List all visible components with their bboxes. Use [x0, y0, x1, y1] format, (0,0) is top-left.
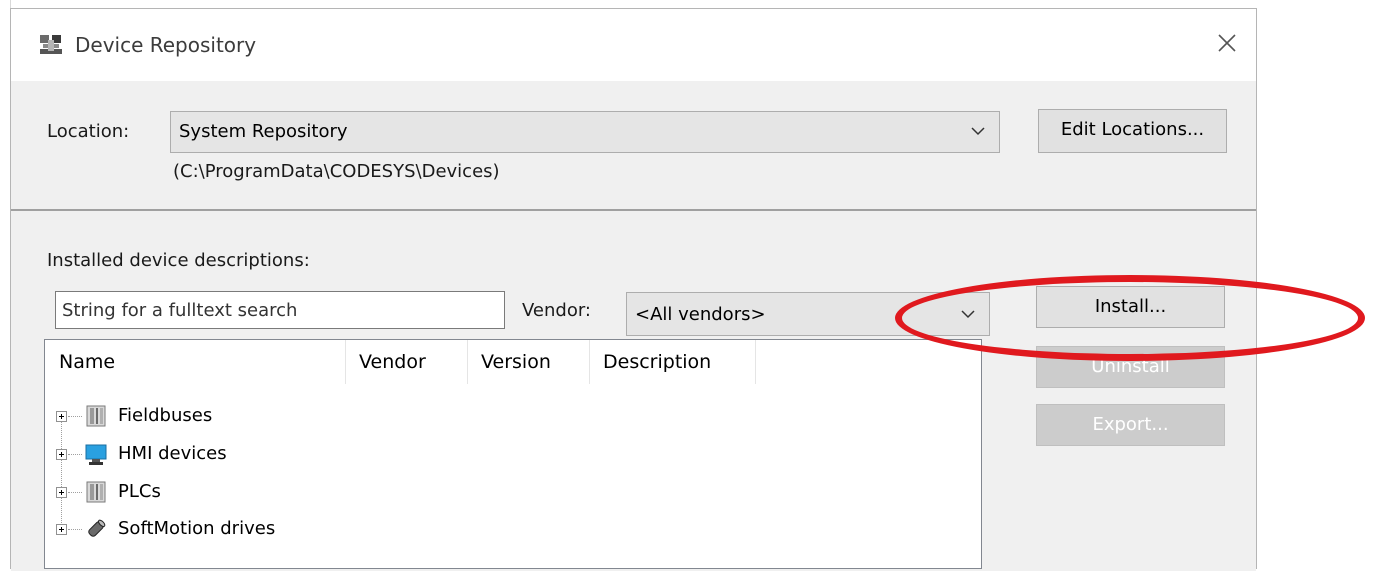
export-button[interactable]: Export...	[1036, 404, 1225, 446]
vendor-selected: <All vendors>	[635, 304, 766, 325]
installed-descriptions-label: Installed device descriptions:	[47, 250, 310, 271]
tree-item-hmi-devices[interactable]: HMI devices	[56, 440, 556, 476]
expand-icon[interactable]	[56, 487, 67, 498]
uninstall-label: Uninstall	[1091, 356, 1170, 377]
chevron-down-icon	[971, 127, 985, 136]
vendor-label: Vendor:	[522, 300, 591, 321]
expand-icon[interactable]	[56, 449, 67, 460]
window-title: Device Repository	[75, 33, 257, 57]
uninstall-button[interactable]: Uninstall	[1036, 346, 1225, 388]
column-header-vendor[interactable]: Vendor	[345, 340, 467, 384]
title-bar: Device Repository	[11, 9, 1256, 81]
hmi-device-icon	[85, 444, 107, 465]
tree-dots	[68, 416, 82, 417]
close-icon[interactable]	[1211, 27, 1243, 59]
tree-item-label: PLCs	[118, 481, 161, 502]
install-label: Install...	[1094, 296, 1167, 317]
edit-locations-label: Edit Locations...	[1060, 119, 1205, 140]
column-header-version-label: Version	[481, 351, 551, 373]
tree-item-fieldbuses[interactable]: Fieldbuses	[56, 402, 556, 438]
tree-item-softmotion-drives[interactable]: SoftMotion drives	[56, 515, 556, 551]
device-repository-icon	[40, 35, 62, 54]
tree-dots	[68, 492, 82, 493]
expand-icon[interactable]	[56, 524, 67, 535]
column-header-vendor-label: Vendor	[359, 351, 426, 373]
fieldbus-icon	[86, 405, 106, 427]
plc-icon	[86, 481, 106, 503]
column-header-description-label: Description	[603, 351, 712, 373]
export-label: Export...	[1092, 414, 1169, 435]
column-separator[interactable]	[755, 340, 756, 384]
column-header-name-label: Name	[59, 351, 116, 373]
location-path: (C:\ProgramData\CODESYS\Devices)	[173, 161, 500, 182]
fulltext-search-input[interactable]	[55, 291, 505, 329]
tree-item-label: HMI devices	[118, 443, 227, 464]
column-header-name[interactable]: Name	[45, 340, 345, 384]
tree-dots	[68, 529, 82, 530]
install-button[interactable]: Install...	[1036, 286, 1225, 328]
vendor-dropdown[interactable]: <All vendors>	[626, 292, 990, 336]
column-header-description[interactable]: Description	[589, 340, 755, 384]
chevron-down-icon	[961, 310, 975, 319]
tree-item-label: Fieldbuses	[118, 405, 213, 426]
edit-locations-button[interactable]: Edit Locations...	[1038, 109, 1227, 153]
location-label: Location:	[47, 121, 130, 142]
tree-dots	[68, 454, 82, 455]
location-dropdown[interactable]: System Repository	[170, 111, 1000, 153]
softmotion-drive-icon	[88, 519, 106, 537]
column-header-version[interactable]: Version	[467, 340, 589, 384]
location-selected: System Repository	[179, 121, 348, 142]
expand-icon[interactable]	[56, 411, 67, 422]
tree-item-plcs[interactable]: PLCs	[56, 478, 556, 514]
tree-item-label: SoftMotion drives	[118, 518, 276, 539]
